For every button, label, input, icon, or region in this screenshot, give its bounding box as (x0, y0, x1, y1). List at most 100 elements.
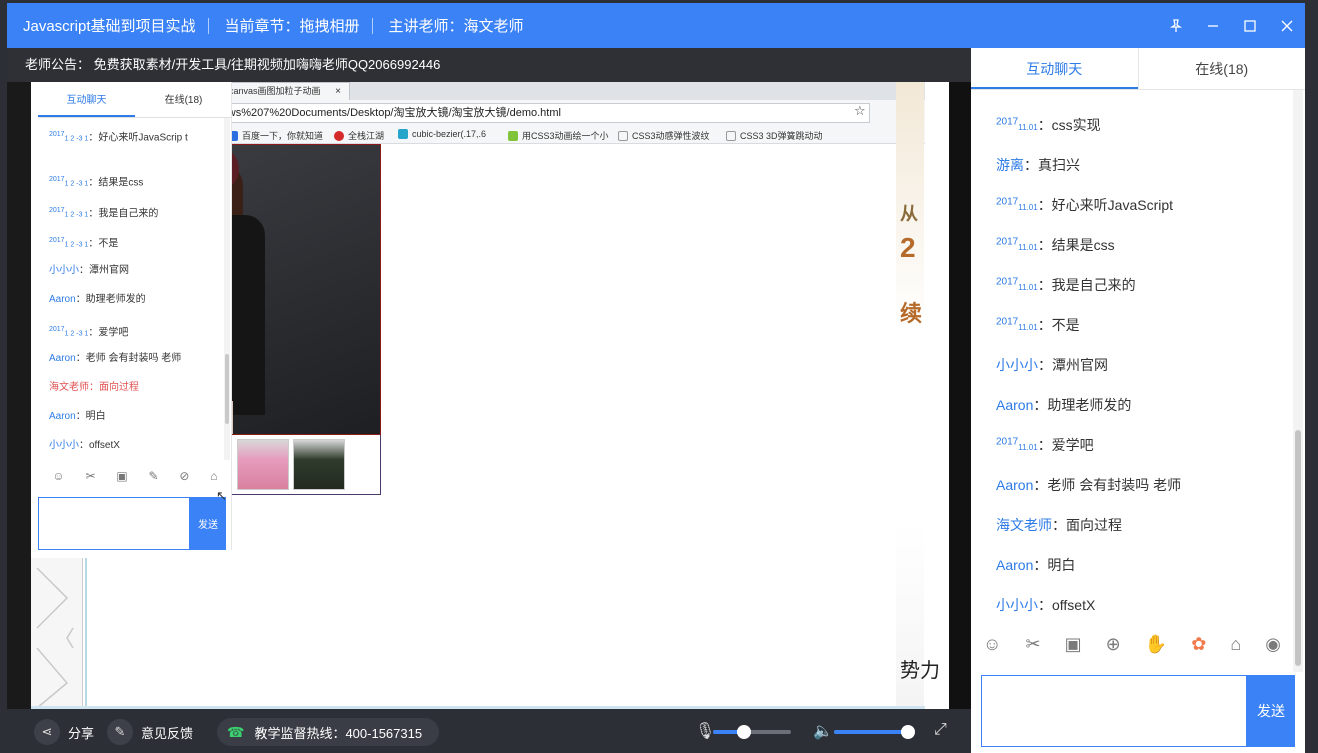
chat-message: Aaron：明白 (996, 557, 1076, 573)
chat-message: 201711.01：css实现 (996, 116, 1101, 133)
page-icon (726, 130, 736, 141)
title-bar: Javascript基础到项目实战 当前章节：拖拽相册 主讲老师：海文老师 (7, 3, 1305, 48)
browser-address-bar: indows%207%20Documents/Desktop/淘宝放大镜/淘宝放… (202, 100, 925, 126)
chat-message: Aaron：老师 会有封装吗 老师 (996, 477, 1182, 493)
teacher-notice: 老师公告： 免费获取素材/开发工具/往期视频加嗨嗨老师QQ2066992446 (7, 48, 971, 82)
flower-icon[interactable]: ✿ (1191, 634, 1206, 655)
site-icon (398, 129, 408, 139)
banner-text: 2 (900, 232, 916, 263)
page-icon (618, 130, 628, 141)
mic-slider[interactable] (713, 725, 791, 739)
bookmark-item[interactable]: 百度一下，你就知道 (228, 129, 323, 142)
image-icon[interactable]: ▣ (116, 469, 127, 483)
teacher-name: 主讲老师：海文老师 (388, 18, 524, 35)
chat-message: 小小小：潭州官网 (49, 265, 129, 276)
block-icon[interactable]: ⊘ (179, 469, 189, 483)
video-area[interactable]: canvas画图加粒子动画 × indows%207%20Documents/D… (7, 82, 971, 709)
mouse-cursor-icon: ↖ (216, 488, 227, 503)
bookmark-item[interactable]: 全栈江湖 (334, 129, 384, 142)
tab-chat[interactable]: 互动聊天 (971, 48, 1138, 89)
phone-icon: ☎ (227, 723, 245, 740)
thumbnail-pink[interactable] (237, 439, 289, 490)
video-edge (949, 82, 971, 709)
emoji-icon[interactable]: ☺ (983, 634, 1001, 655)
bookmark-star-icon[interactable]: ☆ (854, 103, 866, 119)
chat-panel: 互动聊天 在线(18) 201711.01：css实现 游离：真扫兴 20171… (971, 48, 1305, 753)
image-icon[interactable]: ▣ (1065, 634, 1082, 655)
inner-tab-chat[interactable]: 互动聊天 (38, 84, 135, 117)
chat-message: Aaron：明白 (49, 411, 106, 422)
emoji-icon[interactable]: ☺ (52, 469, 64, 483)
thumbnail-dark[interactable] (293, 439, 345, 490)
video-side-banner (896, 82, 924, 709)
gift-icon[interactable]: ⌂ (210, 469, 217, 483)
scissors-icon[interactable]: ✂ (1025, 634, 1040, 655)
eye-icon[interactable]: ◉ (1265, 634, 1281, 655)
shared-screen-sidebar (31, 558, 83, 709)
chat-message-teacher: 海文老师：面向过程 (996, 517, 1122, 533)
feedback-button[interactable]: ✎ 意见反馈 (107, 719, 193, 745)
feedback-icon: ✎ (107, 719, 133, 745)
volume-icon[interactable]: 🔈 (813, 721, 833, 741)
chat-message-teacher: 海文老师：面向过程 (49, 382, 139, 393)
feedback-label: 意见反馈 (141, 725, 194, 741)
chat-message: 20171 2 -3 1：结果是css (49, 176, 144, 189)
scroll-thumb[interactable] (225, 354, 229, 424)
chat-message: 201711.01：爱学吧 (996, 436, 1094, 453)
inner-chat-input[interactable] (38, 497, 190, 550)
bookmark-item[interactable]: cubic-bezier(.17,.6 (398, 129, 486, 139)
chat-message: 20171 2 -3 1：不是 (49, 237, 119, 250)
bookmark-item[interactable]: CSS3 3D弹簧跳动动 (726, 129, 823, 142)
pin-icon[interactable] (1157, 3, 1194, 48)
share-button[interactable]: ⋖ 分享 (34, 719, 94, 745)
chat-toolbar: ☺ ✂ ▣ ⊕ ✋ ✿ ⌂ ◉ (971, 628, 1293, 660)
chat-message: 201711.01：好心来听JavaScript (996, 196, 1174, 213)
app-window: Javascript基础到项目实战 当前章节：拖拽相册 主讲老师：海文老师 老师… (0, 0, 1318, 753)
banner-text: 势力 (900, 660, 940, 682)
raise-hand-icon[interactable]: ✋ (1145, 634, 1167, 655)
bookmark-item[interactable]: CSS3动感弹性波纹 (618, 129, 710, 142)
volume-slider-fill (834, 730, 909, 734)
window-controls (1157, 3, 1305, 48)
hotline-badge: ☎ 教学监督热线：400-1567315 (217, 718, 439, 746)
inner-chat-messages: 20171 2 -3 1：好心来听JavaScrip t 20171 2 -3 … (38, 118, 224, 460)
share-icon: ⋖ (34, 719, 60, 745)
browser-tab[interactable]: canvas画图加粒子动画 × (216, 82, 350, 100)
close-tab-icon[interactable]: × (335, 83, 341, 100)
close-icon[interactable] (1268, 3, 1305, 48)
mic-slider-knob[interactable] (737, 725, 752, 739)
chat-message: 小小小：潭州官网 (996, 357, 1108, 373)
inner-tab-online[interactable]: 在线(18) (135, 84, 232, 117)
bookmark-item[interactable]: 用CSS3动画绘一个小 (508, 129, 609, 142)
sticker-icon[interactable]: ⊕ (1106, 634, 1121, 655)
chat-input[interactable] (981, 675, 1247, 747)
browser-tab-strip: canvas画图加粒子动画 × (202, 82, 925, 100)
edit-icon[interactable]: ✎ (149, 469, 159, 483)
chat-message: 20171 2 -3 1：我是自己来的 (49, 207, 159, 220)
volume-slider[interactable] (834, 725, 916, 739)
chevron-decoration-icon (36, 567, 74, 709)
chat-message: Aaron：助理老师发的 (49, 294, 146, 305)
chat-scrollbar[interactable] (1293, 90, 1303, 672)
gift-icon[interactable]: ⌂ (1230, 634, 1241, 655)
inner-chat-widget: 互动聊天 在线(18) 20171 2 -3 1：好心来听JavaScrip t… (38, 82, 232, 550)
address-field[interactable]: indows%207%20Documents/Desktop/淘宝放大镜/淘宝放… (202, 103, 870, 123)
volume-slider-knob[interactable] (901, 725, 916, 739)
screen-divider (85, 558, 87, 709)
share-label: 分享 (68, 725, 95, 741)
chat-message: 201711.01：我是自己来的 (996, 276, 1136, 293)
inner-send-button[interactable]: 发送 (190, 497, 226, 550)
maximize-icon[interactable] (1231, 3, 1268, 48)
fullscreen-icon[interactable]: ⤢ (934, 721, 947, 739)
inner-chat-scrollbar[interactable] (224, 118, 230, 460)
send-button[interactable]: 发送 (1247, 675, 1295, 747)
scissors-icon[interactable]: ✂ (85, 469, 95, 483)
minimize-icon[interactable] (1194, 3, 1231, 48)
inner-chat-toolbar: ☺ ✂ ▣ ✎ ⊘ ⌂ (38, 464, 232, 488)
chat-message: 20171 2 -3 1：爱学吧 (49, 326, 129, 339)
chat-message: 小小小：offsetX (996, 597, 1096, 613)
chat-message: 201711.01：结果是css (996, 236, 1115, 253)
site-icon (334, 130, 344, 141)
tab-online[interactable]: 在线(18) (1137, 48, 1306, 89)
scroll-thumb[interactable] (1295, 430, 1301, 666)
